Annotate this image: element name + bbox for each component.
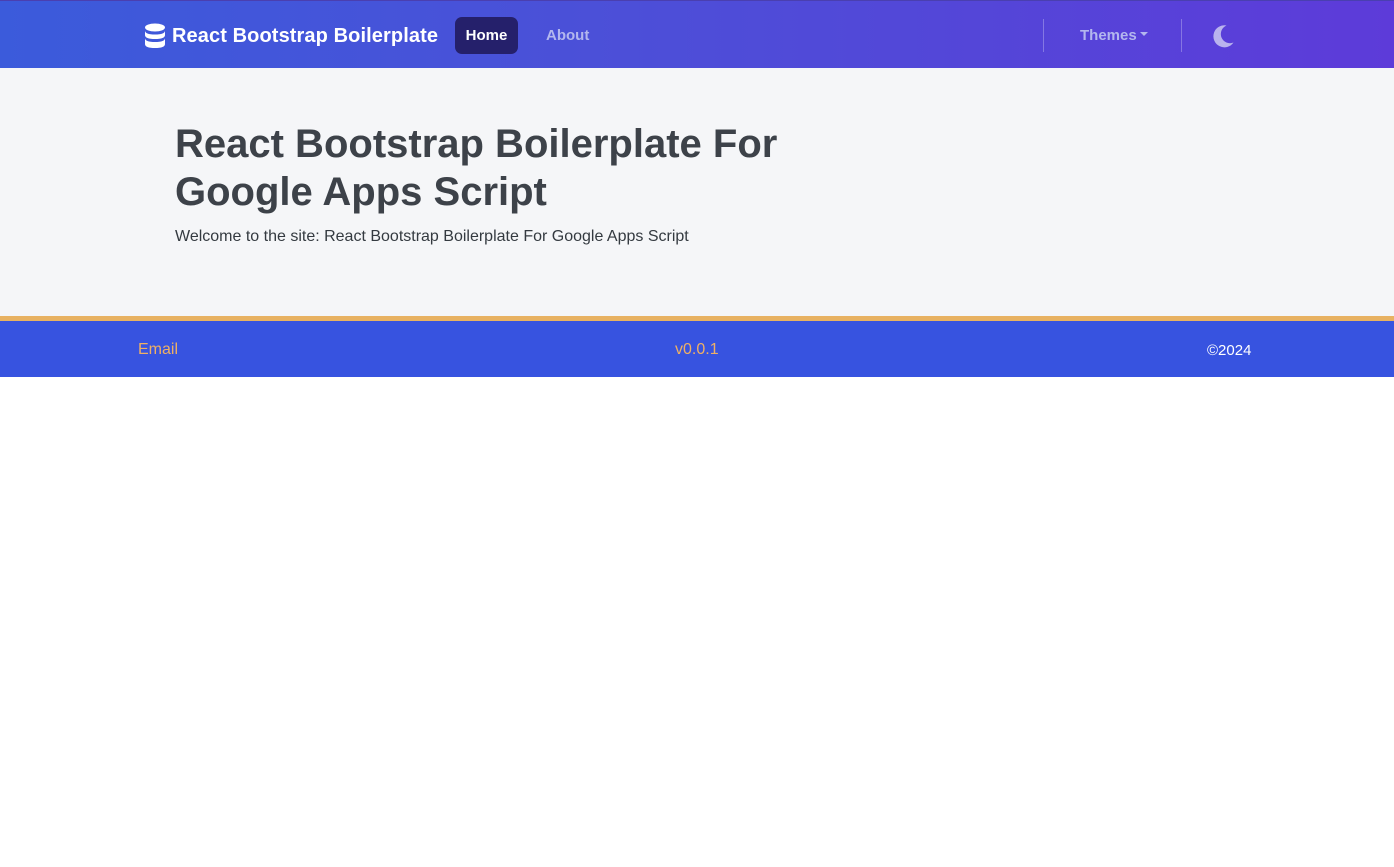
copyright-text: ©2024 xyxy=(1207,342,1252,359)
brand-link[interactable]: React Bootstrap Boilerplate xyxy=(144,23,438,49)
themes-dropdown[interactable]: Themes xyxy=(1080,17,1148,53)
nav-link-about[interactable]: About xyxy=(546,17,589,54)
email-link[interactable]: Email xyxy=(138,341,178,359)
themes-label: Themes xyxy=(1080,26,1137,44)
caret-down-icon xyxy=(1139,31,1148,36)
brand-label: React Bootstrap Boilerplate xyxy=(172,24,439,47)
navbar-divider xyxy=(1181,19,1182,52)
navbar-divider xyxy=(1043,19,1044,52)
nav-link-home[interactable]: Home xyxy=(455,17,518,54)
version-link[interactable]: v0.0.1 xyxy=(675,341,719,359)
moon-icon[interactable] xyxy=(1210,23,1236,49)
top-navbar: React Bootstrap Boilerplate Home About T… xyxy=(0,0,1394,68)
page-title: React Bootstrap Boilerplate For Google A… xyxy=(175,122,778,214)
database-icon xyxy=(144,23,166,49)
hero-section: React Bootstrap Boilerplate For Google A… xyxy=(0,68,1394,316)
page-footer: Email v0.0.1 ©2024 xyxy=(0,316,1394,377)
welcome-text: Welcome to the site: React Bootstrap Boi… xyxy=(175,228,689,245)
